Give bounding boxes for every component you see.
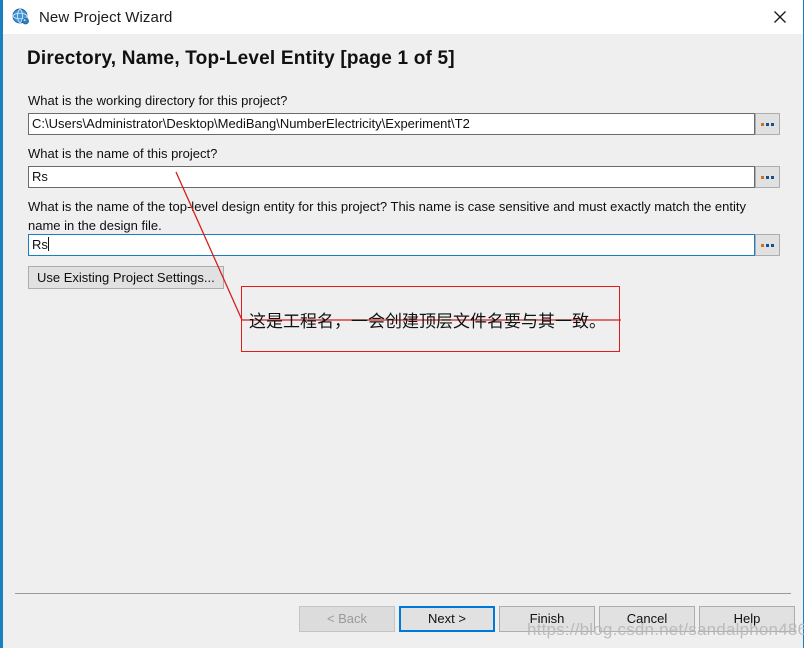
top-level-entity-label-line1: What is the name of the top-level design… (28, 199, 746, 214)
project-name-browse-button[interactable] (755, 166, 780, 188)
watermark: https://blog.csdn.net/sandalphon4869 (527, 620, 804, 639)
working-directory-browse-button[interactable] (755, 113, 780, 135)
project-name-input[interactable]: Rs (28, 166, 755, 188)
new-project-wizard-window: New Project Wizard Directory, Name, Top-… (0, 0, 804, 648)
top-level-entity-value: Rs (32, 237, 48, 252)
text-caret (47, 237, 49, 251)
globe-icon (12, 8, 30, 26)
page-title: Directory, Name, Top-Level Entity [page … (27, 48, 455, 69)
dialog-body: Directory, Name, Top-Level Entity [page … (3, 34, 803, 648)
top-level-entity-browse-button[interactable] (755, 234, 780, 256)
next-button[interactable]: Next > (399, 606, 495, 632)
top-level-entity-label-line2: name in the design file. (28, 218, 162, 233)
ellipsis-icon (761, 243, 774, 247)
working-directory-label: What is the working directory for this p… (28, 93, 288, 108)
ellipsis-icon (761, 175, 774, 179)
footer-divider (15, 593, 791, 594)
ellipsis-icon (761, 122, 774, 126)
top-level-entity-input[interactable]: Rs (28, 234, 755, 256)
title-bar: New Project Wizard (3, 0, 803, 34)
working-directory-input[interactable]: C:\Users\Administrator\Desktop\MediBang\… (28, 113, 755, 135)
project-name-label: What is the name of this project? (28, 146, 218, 161)
close-icon[interactable] (757, 0, 803, 34)
use-existing-project-settings-button[interactable]: Use Existing Project Settings... (28, 266, 224, 289)
window-title: New Project Wizard (39, 8, 173, 26)
back-button[interactable]: < Back (299, 606, 395, 632)
